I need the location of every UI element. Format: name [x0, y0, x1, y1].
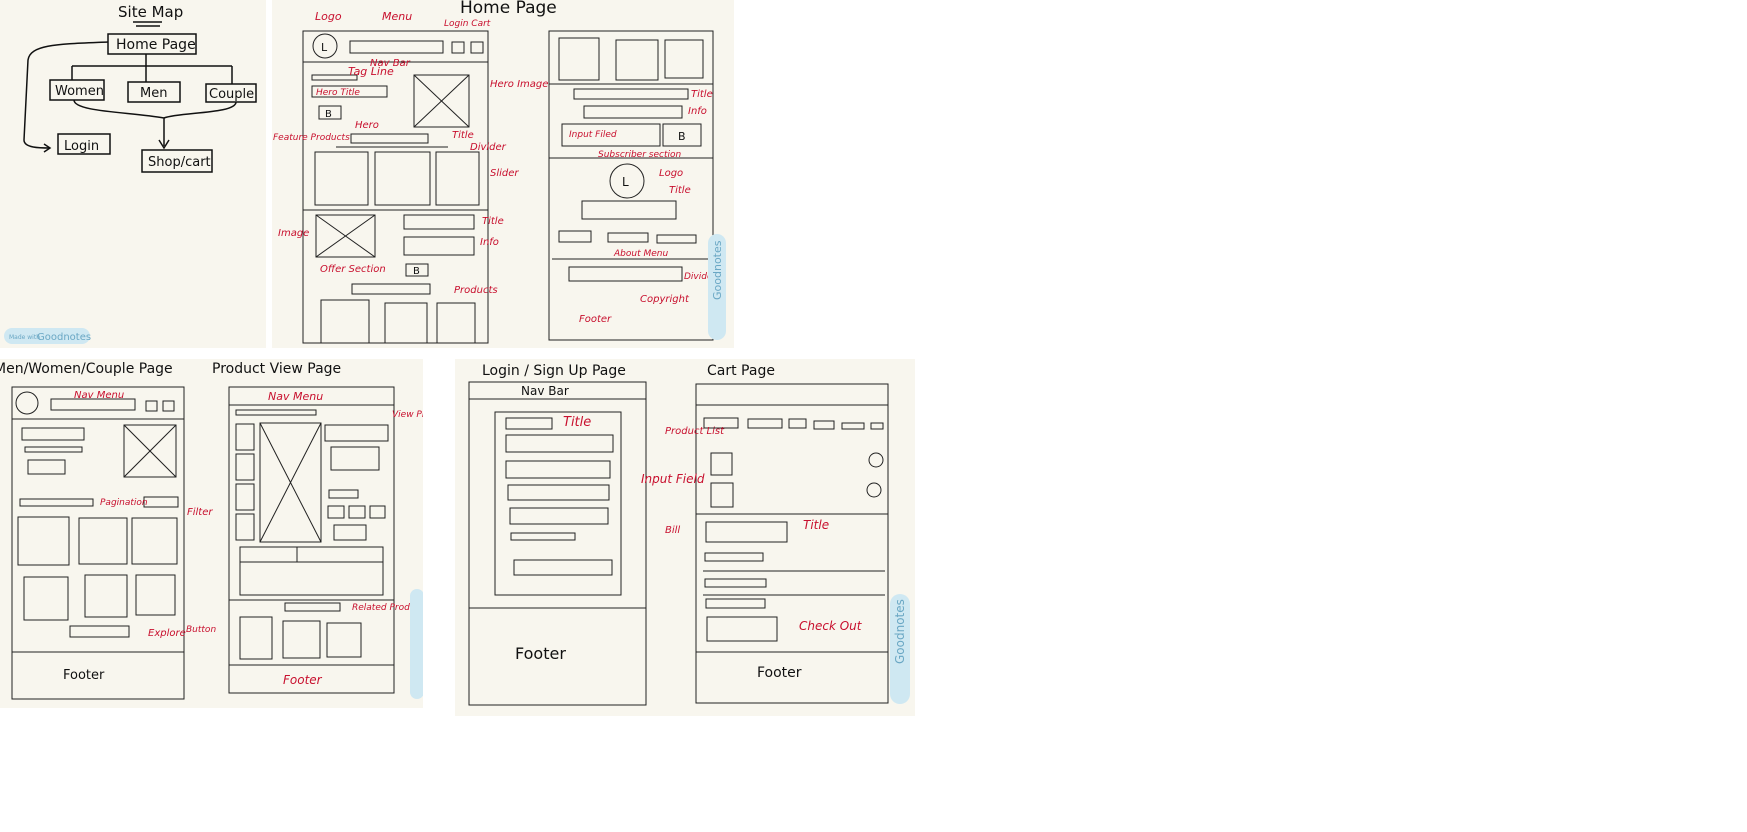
product-label-nav-menu: Nav Menu — [268, 390, 323, 403]
home-subscribe-button: B — [678, 130, 686, 143]
home-label-offer-section: Offer Section — [320, 264, 386, 275]
category-label-footer: Footer — [63, 668, 105, 683]
category-product-panel: Men/Women/Couple Page Product View Page … — [0, 359, 423, 708]
home-label-input-filed: Input Filed — [569, 130, 617, 140]
product-page-title: Product View Page — [212, 361, 341, 377]
home-label-hero-image: Hero Image — [490, 79, 548, 90]
goodnotes-badge-brand: Goodnotes — [37, 332, 91, 343]
sitemap-node-women: Women — [55, 84, 104, 99]
home-label-info: Info — [480, 237, 499, 248]
sitemap-node-men: Men — [140, 86, 167, 101]
sitemap-node-login: Login — [64, 139, 99, 154]
category-label-button: Button — [186, 625, 216, 635]
home-label-subscriber-section: Subscriber section — [598, 150, 681, 160]
home-label-offer-title: Title — [482, 216, 504, 227]
home-label-slider: Slider — [490, 168, 519, 179]
home-page-title: Home Page — [460, 0, 557, 18]
home-label-about-menu: About Menu — [613, 249, 668, 259]
cart-label-product-list: Product List — [665, 426, 725, 437]
cart-label-title: Title — [803, 518, 829, 532]
home-label-copyright: Copyright — [640, 294, 690, 305]
login-page-title: Login / Sign Up Page — [482, 363, 626, 379]
login-cart-panel: Login / Sign Up Page Cart Page Nav Bar T… — [455, 359, 915, 716]
category-label-nav-menu: Nav Menu — [74, 390, 124, 401]
sitemap-node-couple: Couple — [209, 87, 254, 102]
home-footer-logo-glyph: L — [622, 175, 629, 189]
home-label-logo: Logo — [315, 10, 342, 23]
home-label-divider: Divider — [470, 142, 507, 153]
category-label-explore: Explore — [148, 628, 186, 639]
cart-label-bill: Bill — [665, 525, 680, 536]
home-badge-brand: Goodnotes — [711, 240, 724, 300]
category-label-filter: Filter — [187, 507, 213, 518]
sitemap-diagram: Site Map Home Page Women Men Couple Logi… — [4, 3, 257, 344]
home-label-products: Products — [454, 285, 498, 296]
login-label-input-field: Input Field — [641, 472, 705, 486]
home-label-hero: Hero — [355, 120, 379, 131]
cart-page-title: Cart Page — [707, 363, 775, 379]
home-label-footer-title: Title — [669, 185, 691, 196]
home-label-image: Image — [278, 228, 309, 239]
login-cart-wireframes: Login / Sign Up Page Cart Page Nav Bar T… — [468, 363, 910, 706]
home-label-menu: Menu — [382, 10, 412, 23]
home-logo-glyph: L — [321, 41, 328, 54]
cart-label-check-out: Check Out — [799, 619, 863, 633]
product-label-footer: Footer — [283, 673, 323, 687]
login-label-footer: Footer — [515, 644, 566, 663]
home-label-featured-products: Feature Products — [273, 133, 350, 143]
category-product-wireframes: Men/Women/Couple Page Product View Page … — [0, 361, 423, 700]
home-label-title: Title — [452, 130, 474, 141]
login-label-nav-bar: Nav Bar — [521, 384, 569, 398]
login-label-title: Title — [563, 415, 591, 430]
category-page-title: Men/Women/Couple Page — [0, 361, 173, 377]
cart-label-footer: Footer — [757, 665, 802, 681]
home-page-wireframe: Home Page L B B B L Logo Menu Login Cart… — [273, 0, 726, 344]
home-label-footer-logo: Logo — [659, 168, 683, 179]
category-label-pagination: Pagination — [100, 498, 148, 508]
home-offer-button: B — [413, 266, 420, 277]
sitemap-panel: Site Map Home Page Women Men Couple Logi… — [0, 0, 266, 348]
product-label-view-product-section: View Product Section — [392, 410, 423, 420]
home-label-tag-line: Tag Line — [348, 65, 394, 78]
goodnotes-badge-prefix: Made with — [9, 334, 40, 341]
home-label-footer: Footer — [579, 314, 612, 325]
home-label-login-cart: Login Cart — [444, 19, 491, 29]
home-label-subscribe-title: Title — [691, 89, 713, 100]
sitemap-title: Site Map — [118, 3, 183, 21]
home-label-subscribe-info: Info — [688, 106, 707, 117]
home-page-panel: Home Page L B B B L Logo Menu Login Cart… — [272, 0, 734, 348]
home-hero-button: B — [325, 109, 332, 120]
sitemap-node-shop-cart: Shop/cart — [148, 155, 211, 170]
sitemap-node-home: Home Page — [116, 37, 196, 53]
cart-badge-brand: Goodnotes — [893, 599, 907, 664]
home-label-hero-title: Hero Title — [316, 88, 360, 98]
